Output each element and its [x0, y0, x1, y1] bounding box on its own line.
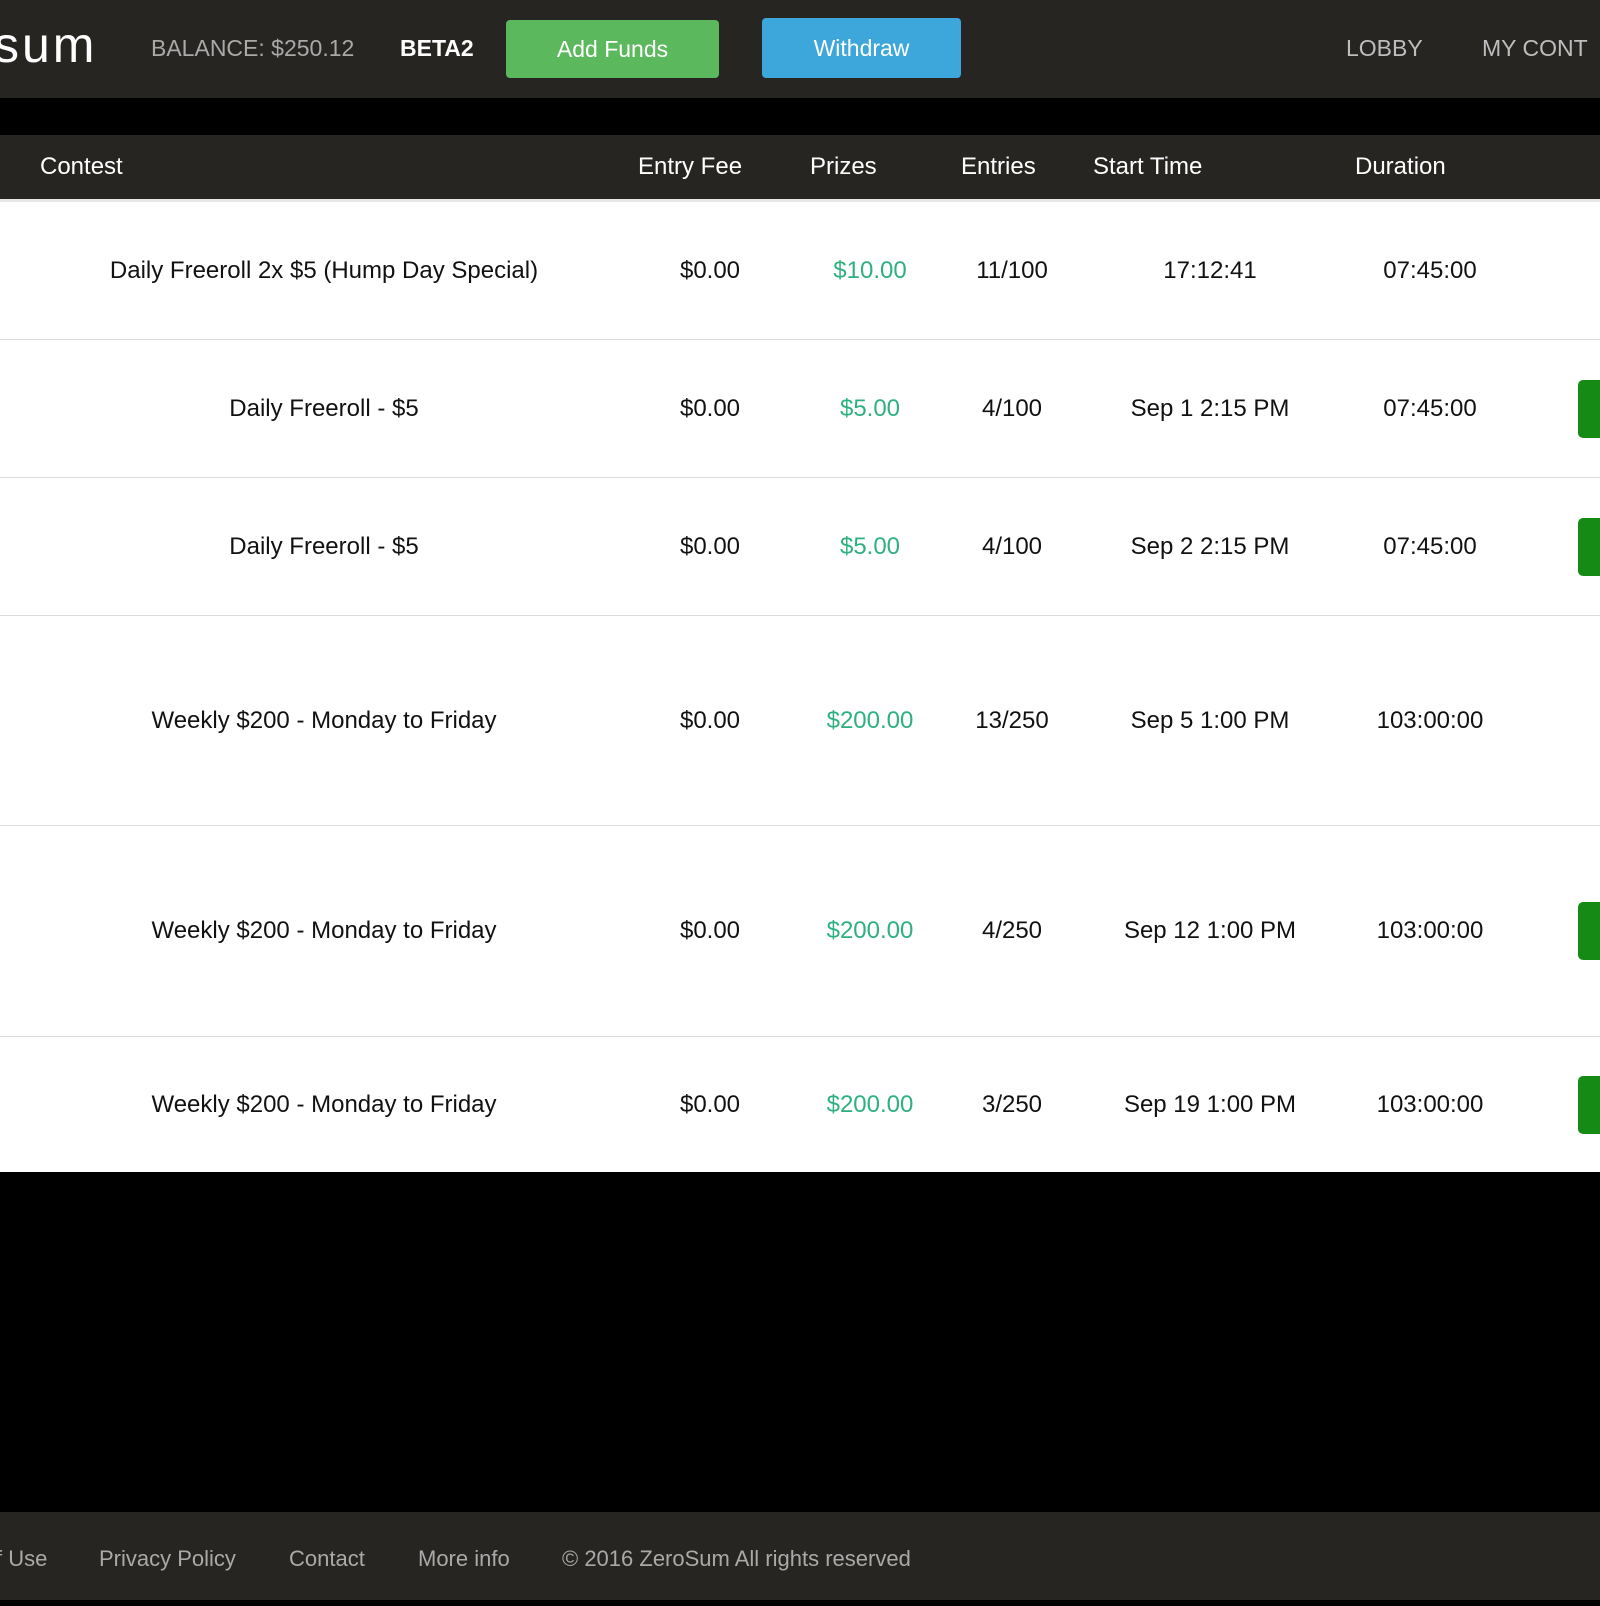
duration: 103:00:00 [1376, 706, 1484, 734]
footer: f Use Privacy Policy Contact More info ©… [0, 1512, 1600, 1600]
footer-terms-link[interactable]: f Use [0, 1512, 47, 1606]
duration: 07:45:00 [1383, 256, 1477, 284]
prize-amount: $5.00 [839, 532, 901, 560]
add-funds-button[interactable]: Add Funds [506, 20, 719, 78]
start-time: Sep 2 2:15 PM [1130, 532, 1290, 560]
withdraw-button[interactable]: Withdraw [762, 18, 961, 78]
nav-lobby-link[interactable]: LOBBY [1346, 33, 1423, 63]
column-header-duration[interactable]: Duration [1355, 135, 1446, 199]
table-row[interactable]: Daily Freeroll - $5 $0.00 $5.00 4/100 Se… [0, 478, 1600, 616]
footer-copyright: © 2016 ZeroSum All rights reserved [562, 1546, 911, 1571]
entry-fee: $0.00 [679, 1090, 741, 1118]
beta-badge: BETA2 [400, 35, 474, 61]
enter-contest-button[interactable] [1578, 902, 1600, 960]
start-time: Sep 5 1:00 PM [1130, 706, 1290, 734]
start-time: Sep 1 2:15 PM [1130, 394, 1290, 422]
contest-name: Daily Freeroll - $5 [229, 394, 419, 422]
contest-name: Weekly $200 - Monday to Friday [151, 706, 497, 734]
table-row[interactable]: Daily Freeroll 2x $5 (Hump Day Special) … [0, 202, 1600, 340]
footer-privacy-link[interactable]: Privacy Policy [99, 1512, 236, 1606]
enter-contest-button[interactable] [1578, 380, 1600, 438]
prize-amount: $200.00 [826, 706, 914, 734]
footer-more-info-link[interactable]: More info [418, 1512, 510, 1606]
column-header-entry-fee[interactable]: Entry Fee [638, 135, 742, 199]
entry-fee: $0.00 [679, 256, 741, 284]
entries-count: 13/250 [975, 706, 1049, 734]
entry-fee: $0.00 [679, 917, 741, 944]
entries-count: 3/250 [981, 1090, 1043, 1118]
contest-table-header: Contest Entry Fee Prizes Entries Start T… [0, 135, 1600, 202]
enter-contest-button[interactable] [1578, 1076, 1600, 1134]
table-row[interactable]: Daily Freeroll - $5 $0.00 $5.00 4/100 Se… [0, 340, 1600, 478]
table-row[interactable]: Weekly $200 - Monday to Friday $0.00 $20… [0, 616, 1600, 826]
entries-count: 4/100 [981, 532, 1043, 560]
site-logo[interactable]: sum [0, 12, 97, 78]
prize-amount: $5.00 [839, 394, 901, 422]
entry-fee: $0.00 [679, 532, 741, 560]
duration: 103:00:00 [1376, 1090, 1484, 1118]
prize-amount: $200.00 [826, 1090, 914, 1118]
entries-count: 11/100 [976, 256, 1048, 284]
start-time: Sep 19 1:00 PM [1123, 1090, 1297, 1118]
footer-contact-link[interactable]: Contact [289, 1512, 365, 1606]
entries-count: 4/250 [981, 917, 1043, 944]
nav-my-contests-link[interactable]: MY CONT [1482, 33, 1588, 63]
start-time: Sep 12 1:00 PM [1123, 917, 1297, 944]
balance-display: BALANCE: $250.12 [151, 35, 355, 61]
contest-table-body: Daily Freeroll 2x $5 (Hump Day Special) … [0, 202, 1600, 1172]
start-time: 17:12:41 [1163, 256, 1257, 284]
table-row[interactable]: Weekly $200 - Monday to Friday $0.00 $20… [0, 1037, 1600, 1172]
entry-fee: $0.00 [679, 394, 741, 422]
contest-name: Weekly $200 - Monday to Friday [151, 1090, 497, 1118]
column-header-entries[interactable]: Entries [961, 135, 1036, 199]
top-navbar: sum BALANCE: $250.12 BETA2 Add Funds Wit… [0, 0, 1600, 98]
entry-fee: $0.00 [679, 706, 741, 734]
enter-contest-button[interactable] [1578, 518, 1600, 576]
contest-name: Daily Freeroll 2x $5 (Hump Day Special) [109, 256, 539, 284]
prize-amount: $200.00 [826, 917, 914, 944]
duration: 07:45:00 [1383, 394, 1477, 422]
column-header-start-time[interactable]: Start Time [1093, 135, 1202, 199]
duration: 07:45:00 [1383, 532, 1477, 560]
duration: 103:00:00 [1376, 917, 1484, 944]
entries-count: 4/100 [981, 394, 1043, 422]
table-row[interactable]: Weekly $200 - Monday to Friday $0.00 $20… [0, 826, 1600, 1037]
contest-name: Weekly $200 - Monday to Friday [151, 917, 497, 944]
column-header-prizes[interactable]: Prizes [810, 135, 877, 199]
contest-name: Daily Freeroll - $5 [229, 532, 419, 560]
prize-amount: $10.00 [833, 256, 907, 284]
column-header-contest[interactable]: Contest [40, 135, 123, 199]
